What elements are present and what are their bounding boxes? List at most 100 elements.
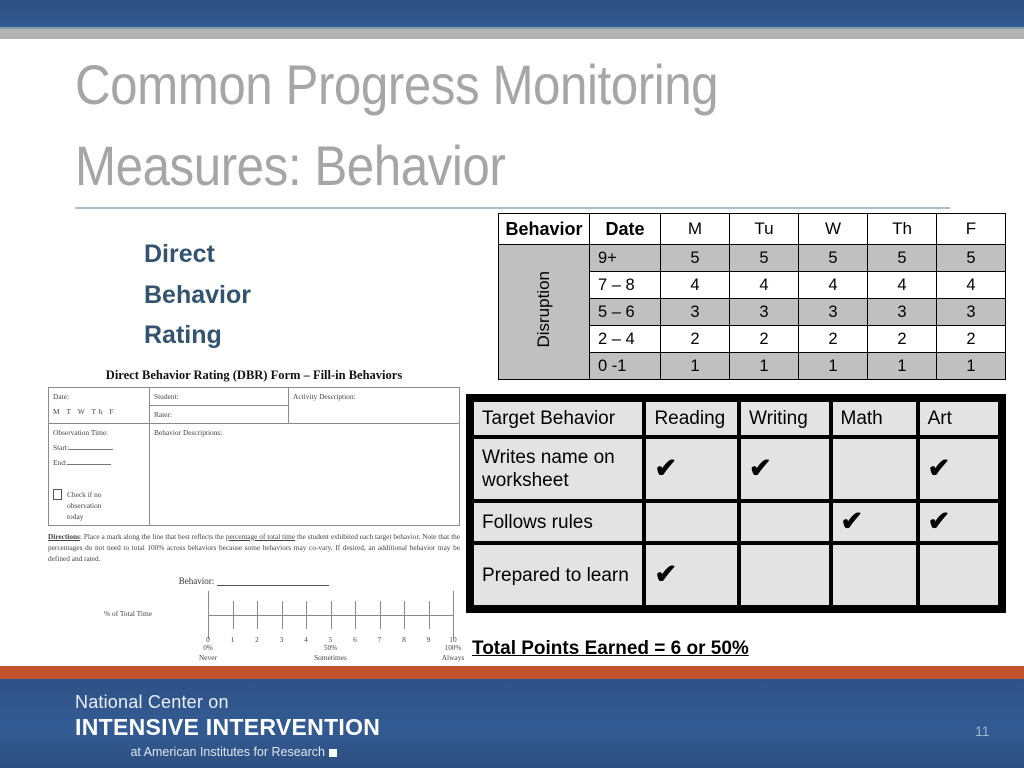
check-icon: ✔ <box>840 506 864 537</box>
checkbox-cell-art[interactable]: ✔ <box>919 439 998 500</box>
checkbox-cell-reading[interactable]: ✔ <box>646 439 738 500</box>
directions-text: Directions: Place a mark along the line … <box>48 531 460 565</box>
form-row: Observation Time: Start: End: Check if n… <box>48 423 460 526</box>
checkbox-cell-art[interactable] <box>919 545 998 606</box>
header-wednesday: W <box>798 213 868 245</box>
row-date: 5 – 6 <box>589 298 661 326</box>
end-label: End: <box>53 458 67 468</box>
row-behavior-label: Writes name on worksheet <box>474 439 643 500</box>
days-label: M T W Th F <box>53 407 117 417</box>
target-behavior-table: Target Behavior Reading Writing Math Art… <box>466 394 1006 614</box>
row-behavior-label: Follows rules <box>474 503 643 542</box>
student-label: Student: <box>154 392 179 401</box>
cell-value: 3 <box>936 298 1006 326</box>
section-heading-line1: Direct <box>144 240 215 268</box>
form-cell-observation-time[interactable]: Observation Time: Start: End: Check if n… <box>48 423 150 526</box>
row-date: 0 -1 <box>589 352 661 380</box>
top-gray-band <box>0 29 1024 39</box>
header-tuesday: Tu <box>729 213 799 245</box>
cell-value: 5 <box>660 244 730 272</box>
scale-tick-label: 6 <box>353 634 357 644</box>
section-heading: Direct Behavior Rating <box>144 234 344 356</box>
scale-tick-label: 1 <box>230 634 235 644</box>
checkbox-cell-reading[interactable]: ✔ <box>646 545 738 606</box>
checkbox-cell-writing[interactable]: ✔ <box>741 439 829 500</box>
check-icon: ✔ <box>927 506 951 537</box>
form-cell-rater[interactable]: Rater: <box>149 405 289 425</box>
row-behavior-label: Prepared to learn <box>474 545 643 606</box>
scale-word-middle: Sometimes <box>314 652 347 662</box>
scale-tick <box>257 600 258 629</box>
checkbox-icon[interactable] <box>53 488 62 500</box>
scale-tick <box>428 600 430 629</box>
cell-value: 4 <box>798 271 868 299</box>
behavior-blank-input[interactable] <box>217 576 330 586</box>
rating-scale: % of Total Time 0 1 2 3 4 5 6 7 8 9 10 0… <box>48 590 464 663</box>
form-cell-activity[interactable]: Activity Description: <box>288 386 460 425</box>
scale-tick <box>330 600 332 629</box>
table-row: Disruption 9+ 5 5 5 5 5 <box>498 244 1006 380</box>
title-divider <box>75 207 950 209</box>
scale-tick <box>281 600 283 629</box>
scale-tick-label: 3 <box>279 634 284 644</box>
check-icon: ✔ <box>654 453 678 484</box>
header-thursday: Th <box>867 213 937 245</box>
header-date: Date <box>589 213 661 245</box>
end-blank[interactable] <box>66 464 111 466</box>
checkbox-cell-math[interactable] <box>832 545 916 606</box>
directions-bold: Directions <box>48 531 80 541</box>
cell-value: 2 <box>798 325 868 353</box>
checkbox-cell-writing[interactable] <box>741 503 829 542</box>
cell-value: 1 <box>936 352 1006 380</box>
dbr-form-title: Direct Behavior Rating (DBR) Form – Fill… <box>105 368 403 382</box>
form-cell-student[interactable]: Student: <box>149 386 289 407</box>
scale-percent-right: 100% <box>444 643 462 652</box>
cell-value: 5 <box>936 244 1006 272</box>
rater-label: Rater: <box>154 410 173 420</box>
section-heading-line2: Behavior <box>144 280 251 309</box>
cell-value: 5 <box>729 244 799 272</box>
start-blank[interactable] <box>69 449 114 451</box>
disruption-rotated-label: Disruption <box>534 271 553 348</box>
checkbox-cell-writing[interactable] <box>741 545 829 606</box>
checkbox-cell-math[interactable] <box>832 439 916 500</box>
scale-axis-label: % of Total Time <box>104 608 153 618</box>
scale-percent-left: 0% <box>203 643 213 652</box>
table-row: Writes name on worksheet ✔ ✔ ✔ <box>474 439 998 500</box>
scale-tick-label: 10 <box>449 634 457 644</box>
cell-value: 5 <box>798 244 868 272</box>
cell-value: 4 <box>660 271 730 299</box>
cell-value: 1 <box>798 352 868 380</box>
cell-value: 3 <box>798 298 868 326</box>
header-art: Art <box>919 402 998 436</box>
scale-percent-middle: 50% <box>323 643 338 652</box>
page-title: Common Progress Monitoring Measures: Beh… <box>75 44 849 206</box>
form-cell-behavior-descriptions[interactable]: Behavior Descriptions: <box>149 423 460 526</box>
observation-time-label: Observation Time: <box>53 428 109 438</box>
cell-value: 1 <box>660 352 730 380</box>
checkbox-cell-art[interactable]: ✔ <box>919 503 998 542</box>
scale-tick <box>232 600 234 629</box>
checkbox-cell-reading[interactable] <box>646 503 738 542</box>
no-observation-line1: Check if no <box>67 489 102 499</box>
scale-tick <box>306 600 307 629</box>
cell-value: 1 <box>867 352 937 380</box>
cell-value: 2 <box>660 325 730 353</box>
scale-word-left: Never <box>198 652 218 662</box>
header-friday: F <box>936 213 1006 245</box>
disruption-table: Behavior Date M Tu W Th F Disruption 9+ … <box>498 213 1006 380</box>
check-icon: ✔ <box>654 559 678 590</box>
form-cell-date: Date: M T W Th F <box>48 386 150 425</box>
header-target-behavior: Target Behavior <box>474 402 643 436</box>
logo-line3-text: at American Institutes for Research <box>130 745 325 759</box>
no-observation-line3: today <box>67 511 84 521</box>
start-label: Start: <box>53 443 70 453</box>
dbr-form: Direct Behavior Rating (DBR) Form – Fill… <box>48 368 464 663</box>
dbr-form-table: Date: M T W Th F Student: Activity Descr… <box>48 386 460 526</box>
checkbox-cell-math[interactable]: ✔ <box>832 503 916 542</box>
table-row: Prepared to learn ✔ <box>474 545 998 606</box>
table-row: Follows rules ✔ ✔ <box>474 503 998 542</box>
cell-value: 4 <box>867 271 937 299</box>
activity-label: Activity Description: <box>293 392 356 401</box>
scale-tick <box>208 590 209 639</box>
